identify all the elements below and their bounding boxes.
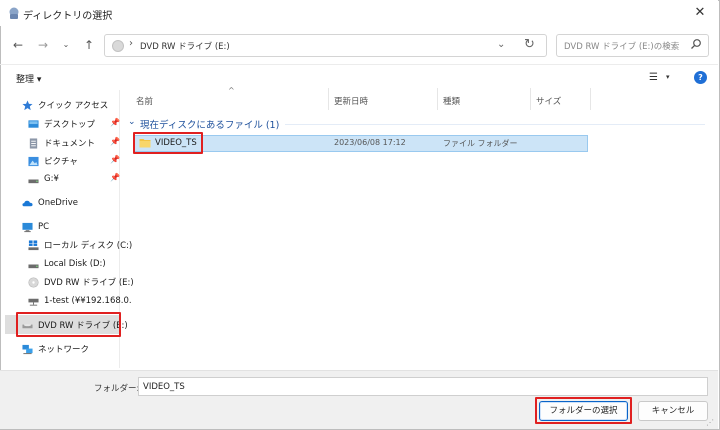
organize-menu[interactable]: 整理 ▾ [16,72,41,85]
help-icon[interactable]: ? [694,71,707,84]
breadcrumb-separator[interactable]: › [129,38,133,49]
sort-ascending-icon: ^ [228,86,235,95]
sidebar-item-network[interactable]: ネットワーク [22,340,89,358]
column-divider[interactable] [590,88,591,110]
column-header-type[interactable]: 種類 [443,95,460,107]
toolbar-divider [0,64,718,65]
column-divider[interactable] [437,88,438,110]
column-headers [121,88,718,110]
highlight-box-dvd-drive [16,312,121,337]
cancel-button[interactable]: キャンセル [638,401,708,421]
view-options-icon[interactable]: ☰ [649,72,658,83]
sidebar-item-label: ローカル ディスク (C:) [44,241,133,251]
chevron-down-icon[interactable]: ⌄ [497,39,505,50]
app-icon [9,7,19,19]
document-icon [29,137,38,149]
drive-icon [28,179,39,183]
network-drive-icon [28,298,39,306]
sidebar-item-label: DVD RW ドライブ (E:) [44,278,134,288]
network-icon [22,344,33,354]
close-button[interactable]: ✕ [690,4,710,22]
resize-grip-icon[interactable]: ⋰ [706,418,714,427]
sidebar-item-dvd-drive[interactable]: DVD RW ドライブ (E:) [28,273,134,291]
windows-drive-icon [28,239,39,250]
refresh-icon[interactable]: ↻ [524,37,535,52]
sidebar-item-label: デスクトップ [44,120,96,130]
sidebar-item-label: OneDrive [38,198,78,208]
sidebar-item-network-share[interactable]: 1-test (¥¥192.168.0. [28,292,132,310]
sidebar-item-g-drive[interactable]: G:¥ [28,170,59,188]
star-icon [22,99,33,110]
highlight-box-file [133,132,203,154]
sidebar-item-pc[interactable]: PC [22,218,49,236]
group-divider [285,124,705,125]
column-header-modified[interactable]: 更新日時 [334,95,368,107]
desktop-icon [28,119,39,128]
search-placeholder: DVD RW ドライブ (E:)の検索 [564,42,680,52]
column-divider[interactable] [328,88,329,110]
pictures-icon [28,156,39,166]
pin-icon[interactable]: 📌 [110,118,120,127]
view-dropdown-icon[interactable]: ▾ [666,73,670,81]
up-icon[interactable]: ↑ [80,36,98,54]
sidebar-item-label: Local Disk (D:) [44,259,106,269]
column-header-size[interactable]: サイズ [536,95,561,107]
highlight-box-select-button [535,397,632,424]
column-divider[interactable] [530,88,531,110]
sidebar-item-label: 1-test (¥¥192.168.0. [44,296,132,306]
sidebar-item-local-disk-c[interactable]: ローカル ディスク (C:) [28,236,132,254]
forward-icon[interactable]: → [34,36,52,54]
sidebar-item-desktop[interactable]: デスクトップ [28,115,95,133]
recent-locations-icon[interactable]: ⌄ [57,36,75,54]
chevron-down-icon[interactable]: ⌄ [128,117,136,127]
pc-icon [22,222,33,232]
sidebar-item-documents[interactable]: ドキュメント [28,134,95,152]
cloud-icon [22,200,33,206]
folder-label: フォルダー: [94,384,140,394]
window-title: ディレクトリの選択 [23,11,113,22]
pin-icon[interactable]: 📌 [110,137,120,146]
sidebar-item-label: ネットワーク [38,345,90,355]
disc-icon [28,276,39,288]
sidebar-item-label: PC [38,222,50,232]
group-header[interactable]: 現在ディスクにあるファイル (1) [140,117,279,131]
sidebar-item-local-disk-d[interactable]: Local Disk (D:) [28,255,106,273]
back-icon[interactable]: ← [9,36,27,54]
file-type: ファイル フォルダー [443,139,518,148]
sidebar-item-label: ピクチャ [44,157,78,167]
sidebar-item-quick-access[interactable]: クイック アクセス [22,96,108,114]
sidebar-item-label: ドキュメント [44,139,96,149]
sidebar-item-label: G:¥ [44,174,59,184]
pin-icon[interactable]: 📌 [110,155,120,164]
folder-name-value[interactable]: VIDEO_TS [143,382,185,392]
pin-icon[interactable]: 📌 [110,173,120,182]
drive-icon [28,264,39,268]
sidebar-item-pictures[interactable]: ピクチャ [28,152,78,170]
search-icon[interactable] [690,38,702,50]
folder-name-input[interactable] [138,377,708,396]
file-modified: 2023/06/08 17:12 [334,138,406,147]
breadcrumb-dvd-drive[interactable]: DVD RW ドライブ (E:) [140,40,230,52]
sidebar-item-label: クイック アクセス [38,101,109,111]
disc-icon [112,40,124,52]
column-header-name[interactable]: 名前 [136,95,153,107]
sidebar-item-onedrive[interactable]: OneDrive [22,194,78,212]
